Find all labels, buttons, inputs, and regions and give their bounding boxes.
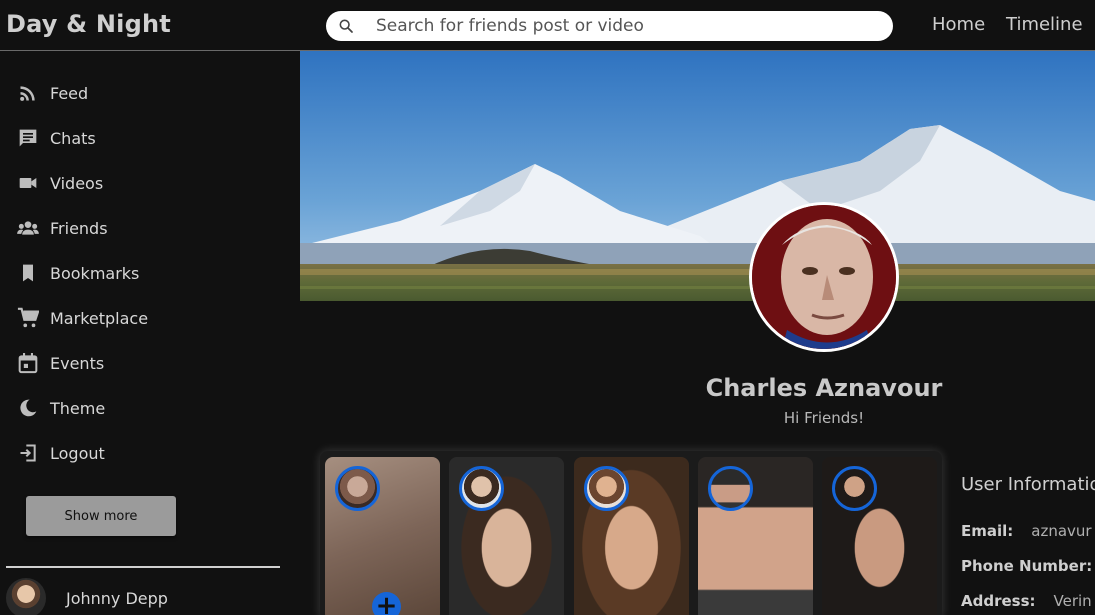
profile-name: Charles Aznavour xyxy=(705,374,943,402)
logout-icon xyxy=(16,441,40,465)
user-info-title: User Information xyxy=(961,474,1095,495)
sidebar-item-label: Logout xyxy=(50,443,105,463)
avatar xyxy=(708,466,753,511)
avatar xyxy=(335,466,380,511)
sidebar-item-chats[interactable]: Chats xyxy=(16,123,96,153)
sidebar-item-videos[interactable]: Videos xyxy=(16,168,103,198)
info-phone-row: Phone Number: xyxy=(961,557,1095,575)
sidebar-item-theme[interactable]: Theme xyxy=(16,393,105,423)
story-card[interactable]: + xyxy=(325,457,440,615)
sidebar-item-bookmarks[interactable]: Bookmarks xyxy=(16,258,139,288)
add-story-button[interactable]: + xyxy=(372,592,401,615)
sidebar-divider xyxy=(6,566,280,568)
search-bar[interactable] xyxy=(326,11,893,41)
story-card[interactable] xyxy=(822,457,937,615)
profile-status: Hi Friends! xyxy=(783,409,865,427)
moon-icon xyxy=(16,396,40,420)
search-input[interactable] xyxy=(376,15,876,37)
avatar xyxy=(6,578,46,615)
sidebar-item-label: Bookmarks xyxy=(50,263,140,283)
avatar xyxy=(584,466,629,511)
rss-icon xyxy=(16,81,40,105)
avatar xyxy=(832,466,877,511)
sidebar-item-label: Chats xyxy=(50,128,96,148)
nav-timeline-link[interactable]: Timeline xyxy=(1006,14,1083,35)
story-card[interactable] xyxy=(574,457,689,615)
info-address-value: Verin xyxy=(1053,592,1092,610)
nav-home-link[interactable]: Home xyxy=(932,14,985,35)
sidebar-item-label: Feed xyxy=(50,83,89,103)
info-phone-label: Phone Number: xyxy=(961,557,1093,575)
sidebar-item-label: Videos xyxy=(50,173,104,193)
avatar xyxy=(459,466,504,511)
sidebar-item-label: Events xyxy=(50,353,105,373)
show-more-button[interactable]: Show more xyxy=(26,496,176,536)
video-icon xyxy=(16,171,40,195)
cart-icon xyxy=(16,306,40,330)
info-email-label: Email: xyxy=(961,522,1014,540)
sidebar-item-marketplace[interactable]: Marketplace xyxy=(16,303,148,333)
sidebar-item-logout[interactable]: Logout xyxy=(16,438,105,468)
info-address-label: Address: xyxy=(961,592,1036,610)
calendar-icon xyxy=(16,351,40,375)
friend-list-item[interactable]: Johnny Depp xyxy=(6,578,168,615)
sidebar-item-friends[interactable]: Friends xyxy=(16,213,108,243)
sidebar-item-label: Marketplace xyxy=(50,308,149,328)
story-card[interactable] xyxy=(698,457,813,615)
friend-name: Johnny Depp xyxy=(66,588,168,608)
info-address-row: Address: Verin xyxy=(961,592,1092,610)
search-icon xyxy=(339,19,353,33)
chat-icon xyxy=(16,126,40,150)
profile-avatar[interactable] xyxy=(749,202,899,352)
info-email-value: aznavur xyxy=(1031,522,1092,540)
bookmark-icon xyxy=(16,261,40,285)
cover-photo xyxy=(300,51,1095,301)
sidebar-item-label: Friends xyxy=(50,218,108,238)
top-bar: Day & Night Home Timeline xyxy=(0,0,1095,51)
stories-panel: + xyxy=(320,451,942,615)
group-icon xyxy=(16,216,40,240)
sidebar-item-events[interactable]: Events xyxy=(16,348,104,378)
story-card[interactable] xyxy=(449,457,564,615)
sidebar-item-feed[interactable]: Feed xyxy=(16,78,88,108)
sidebar-item-label: Theme xyxy=(50,398,106,418)
app-logo[interactable]: Day & Night xyxy=(6,10,171,38)
info-email-row: Email: aznavur xyxy=(961,522,1092,540)
sidebar: Feed Chats Videos Friends Bookmarks Mark… xyxy=(0,52,300,615)
